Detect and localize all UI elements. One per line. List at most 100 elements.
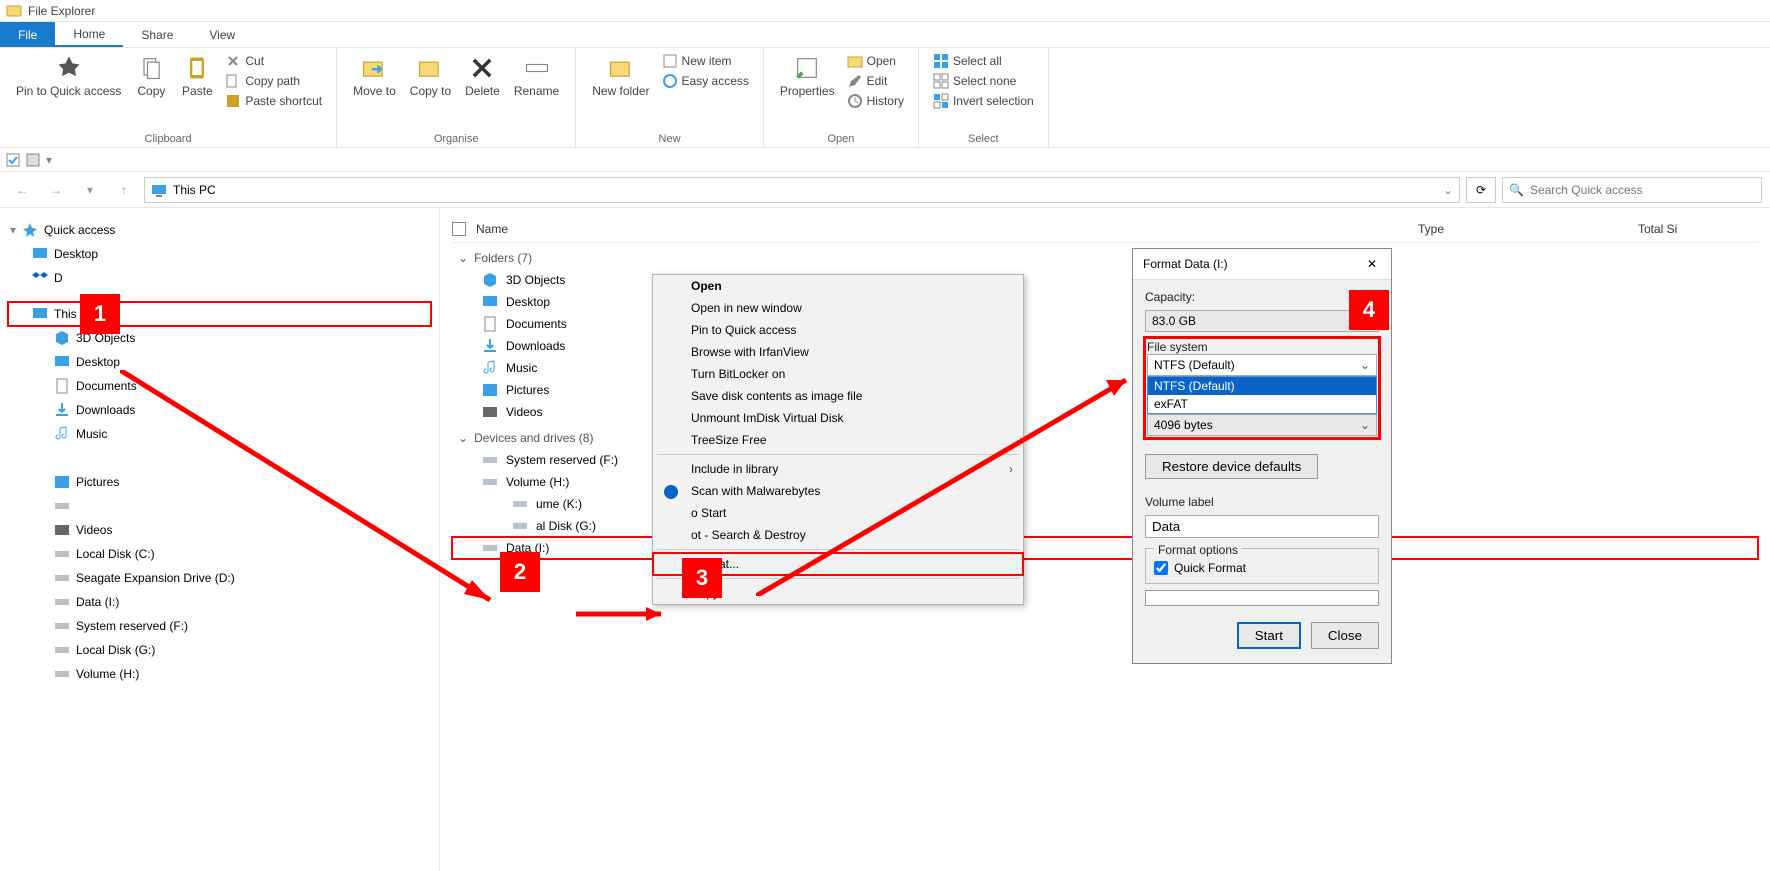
select-all-button[interactable]: Select all (929, 52, 1038, 70)
label: Desktop (76, 355, 120, 369)
label: ume (K:) (536, 497, 582, 511)
view-mode-icon[interactable] (26, 153, 40, 167)
tab-share[interactable]: Share (123, 22, 191, 47)
drive-icon (54, 546, 70, 562)
chevron-down-icon[interactable]: ⌄ (1443, 183, 1453, 197)
label: New folder (592, 84, 649, 98)
back-button[interactable]: ← (8, 176, 36, 204)
easy-access-button[interactable]: Easy access (658, 72, 753, 90)
forward-button[interactable]: → (42, 176, 70, 204)
fs-option-ntfs[interactable]: NTFS (Default) (1148, 377, 1376, 395)
chevron-down-icon[interactable]: ▾ (46, 153, 52, 167)
move-to-button[interactable]: Move to (347, 52, 402, 100)
annotation-arrow-3-4 (756, 370, 1146, 596)
capacity-value: 83.0 GB (1152, 314, 1196, 328)
select-all-checkbox[interactable] (452, 222, 466, 236)
close-button[interactable]: Close (1311, 622, 1379, 649)
recent-button[interactable]: ▾ (76, 176, 104, 204)
label: Copy to (410, 84, 451, 98)
tab-home[interactable]: Home (55, 22, 123, 47)
ctx-browse-irfanview[interactable]: Browse with IrfanView (653, 341, 1023, 363)
tab-file[interactable]: File (0, 22, 55, 47)
paste-button[interactable]: Paste (175, 52, 219, 100)
list-item[interactable]: 3D Objects (452, 269, 1758, 291)
copy-button[interactable]: Copy (129, 52, 173, 100)
cube-icon (54, 330, 70, 346)
paste-shortcut-button[interactable]: Paste shortcut (221, 92, 326, 110)
allocation-select[interactable]: 4096 bytes ⌄ (1147, 414, 1377, 436)
label: Videos (76, 523, 112, 537)
search-box[interactable]: 🔍 Search Quick access (1502, 177, 1762, 203)
new-folder-button[interactable]: New folder (586, 52, 655, 100)
desktop-icon (482, 294, 498, 310)
search-placeholder: Search Quick access (1530, 183, 1643, 197)
sidebar-item-local-g[interactable]: Local Disk (G:) (8, 638, 431, 662)
list-item[interactable]: Desktop (452, 291, 1758, 313)
capacity-select[interactable]: 83.0 GB ⌄ (1145, 310, 1379, 332)
file-system-select[interactable]: NTFS (Default) ⌄ (1147, 354, 1377, 376)
label: Documents (506, 317, 567, 331)
address-bar[interactable]: This PC ⌄ (144, 177, 1460, 203)
label: Copy (137, 84, 165, 98)
group-folders[interactable]: ⌄ Folders (7) (452, 243, 1758, 269)
label: New item (682, 54, 732, 68)
file-system-label: File system (1147, 340, 1208, 354)
label: Rename (514, 84, 559, 98)
sub-toolbar: ▾ (0, 148, 1770, 172)
sidebar-item-this-pc[interactable]: This PC (8, 302, 431, 326)
ribbon-group-select: Select all Select none Invert selection … (919, 48, 1049, 147)
tab-view[interactable]: View (191, 22, 253, 47)
label: D (54, 271, 63, 285)
history-button[interactable]: History (843, 92, 908, 110)
fs-option-exfat[interactable]: exFAT (1148, 395, 1376, 413)
copy-path-button[interactable]: Copy path (221, 72, 326, 90)
malwarebytes-icon (663, 484, 679, 500)
rename-button[interactable]: Rename (508, 52, 565, 100)
cut-button[interactable]: Cut (221, 52, 326, 70)
window-title: File Explorer (28, 4, 95, 18)
label: Open (867, 54, 896, 68)
label: Data (I:) (76, 595, 119, 609)
label: History (867, 94, 904, 108)
volume-label-input[interactable] (1145, 515, 1379, 538)
sidebar-item-vol-h[interactable]: Volume (H:) (8, 662, 431, 686)
quick-format-checkbox[interactable] (1154, 561, 1168, 575)
col-size[interactable]: Total Si (1638, 222, 1677, 236)
ctx-open-new-window[interactable]: Open in new window (653, 297, 1023, 319)
edit-button[interactable]: Edit (843, 72, 908, 90)
list-item[interactable]: Downloads (452, 335, 1758, 357)
ribbon-group-organise: Move to Copy to Delete Rename Organise (337, 48, 576, 147)
list-item[interactable]: Documents (452, 313, 1758, 335)
up-button[interactable]: ↑ (110, 176, 138, 204)
title-bar: File Explorer (0, 0, 1770, 22)
label: Volume (H:) (76, 667, 139, 681)
format-options-fieldset: Format options Quick Format (1145, 548, 1379, 584)
copy-to-button[interactable]: Copy to (404, 52, 457, 100)
volume-label-label: Volume label (1145, 495, 1379, 509)
file-system-group: File system NTFS (Default) ⌄ NTFS (Defau… (1145, 338, 1379, 438)
ctx-open[interactable]: Open (653, 275, 1023, 297)
refresh-button[interactable]: ⟳ (1466, 177, 1496, 203)
ctx-pin-quick-access[interactable]: Pin to Quick access (653, 319, 1023, 341)
delete-button[interactable]: Delete (459, 52, 506, 100)
checkbox-icon[interactable] (6, 153, 20, 167)
label: Downloads (506, 339, 565, 353)
col-name[interactable]: Name (476, 222, 508, 236)
properties-button[interactable]: Properties (774, 52, 841, 100)
dropbox-icon (32, 270, 48, 286)
annotation-badge-1: 1 (80, 294, 120, 334)
select-none-button[interactable]: Select none (929, 72, 1038, 90)
start-button[interactable]: Start (1237, 622, 1301, 649)
sidebar-item-3d-objects[interactable]: 3D Objects (8, 326, 431, 350)
sidebar-item-quick-access[interactable]: ▾ Quick access (8, 218, 431, 242)
sidebar-item-desktop[interactable]: Desktop (8, 242, 431, 266)
explorer-icon (6, 3, 22, 19)
invert-selection-button[interactable]: Invert selection (929, 92, 1038, 110)
close-icon[interactable]: ✕ (1363, 255, 1381, 273)
open-button[interactable]: Open (843, 52, 908, 70)
col-type[interactable]: Type (1418, 222, 1444, 236)
pin-quick-access-button[interactable]: Pin to Quick access (10, 52, 127, 100)
new-item-button[interactable]: New item (658, 52, 753, 70)
restore-defaults-button[interactable]: Restore device defaults (1145, 454, 1318, 479)
sidebar-item-d[interactable]: D (8, 266, 431, 290)
